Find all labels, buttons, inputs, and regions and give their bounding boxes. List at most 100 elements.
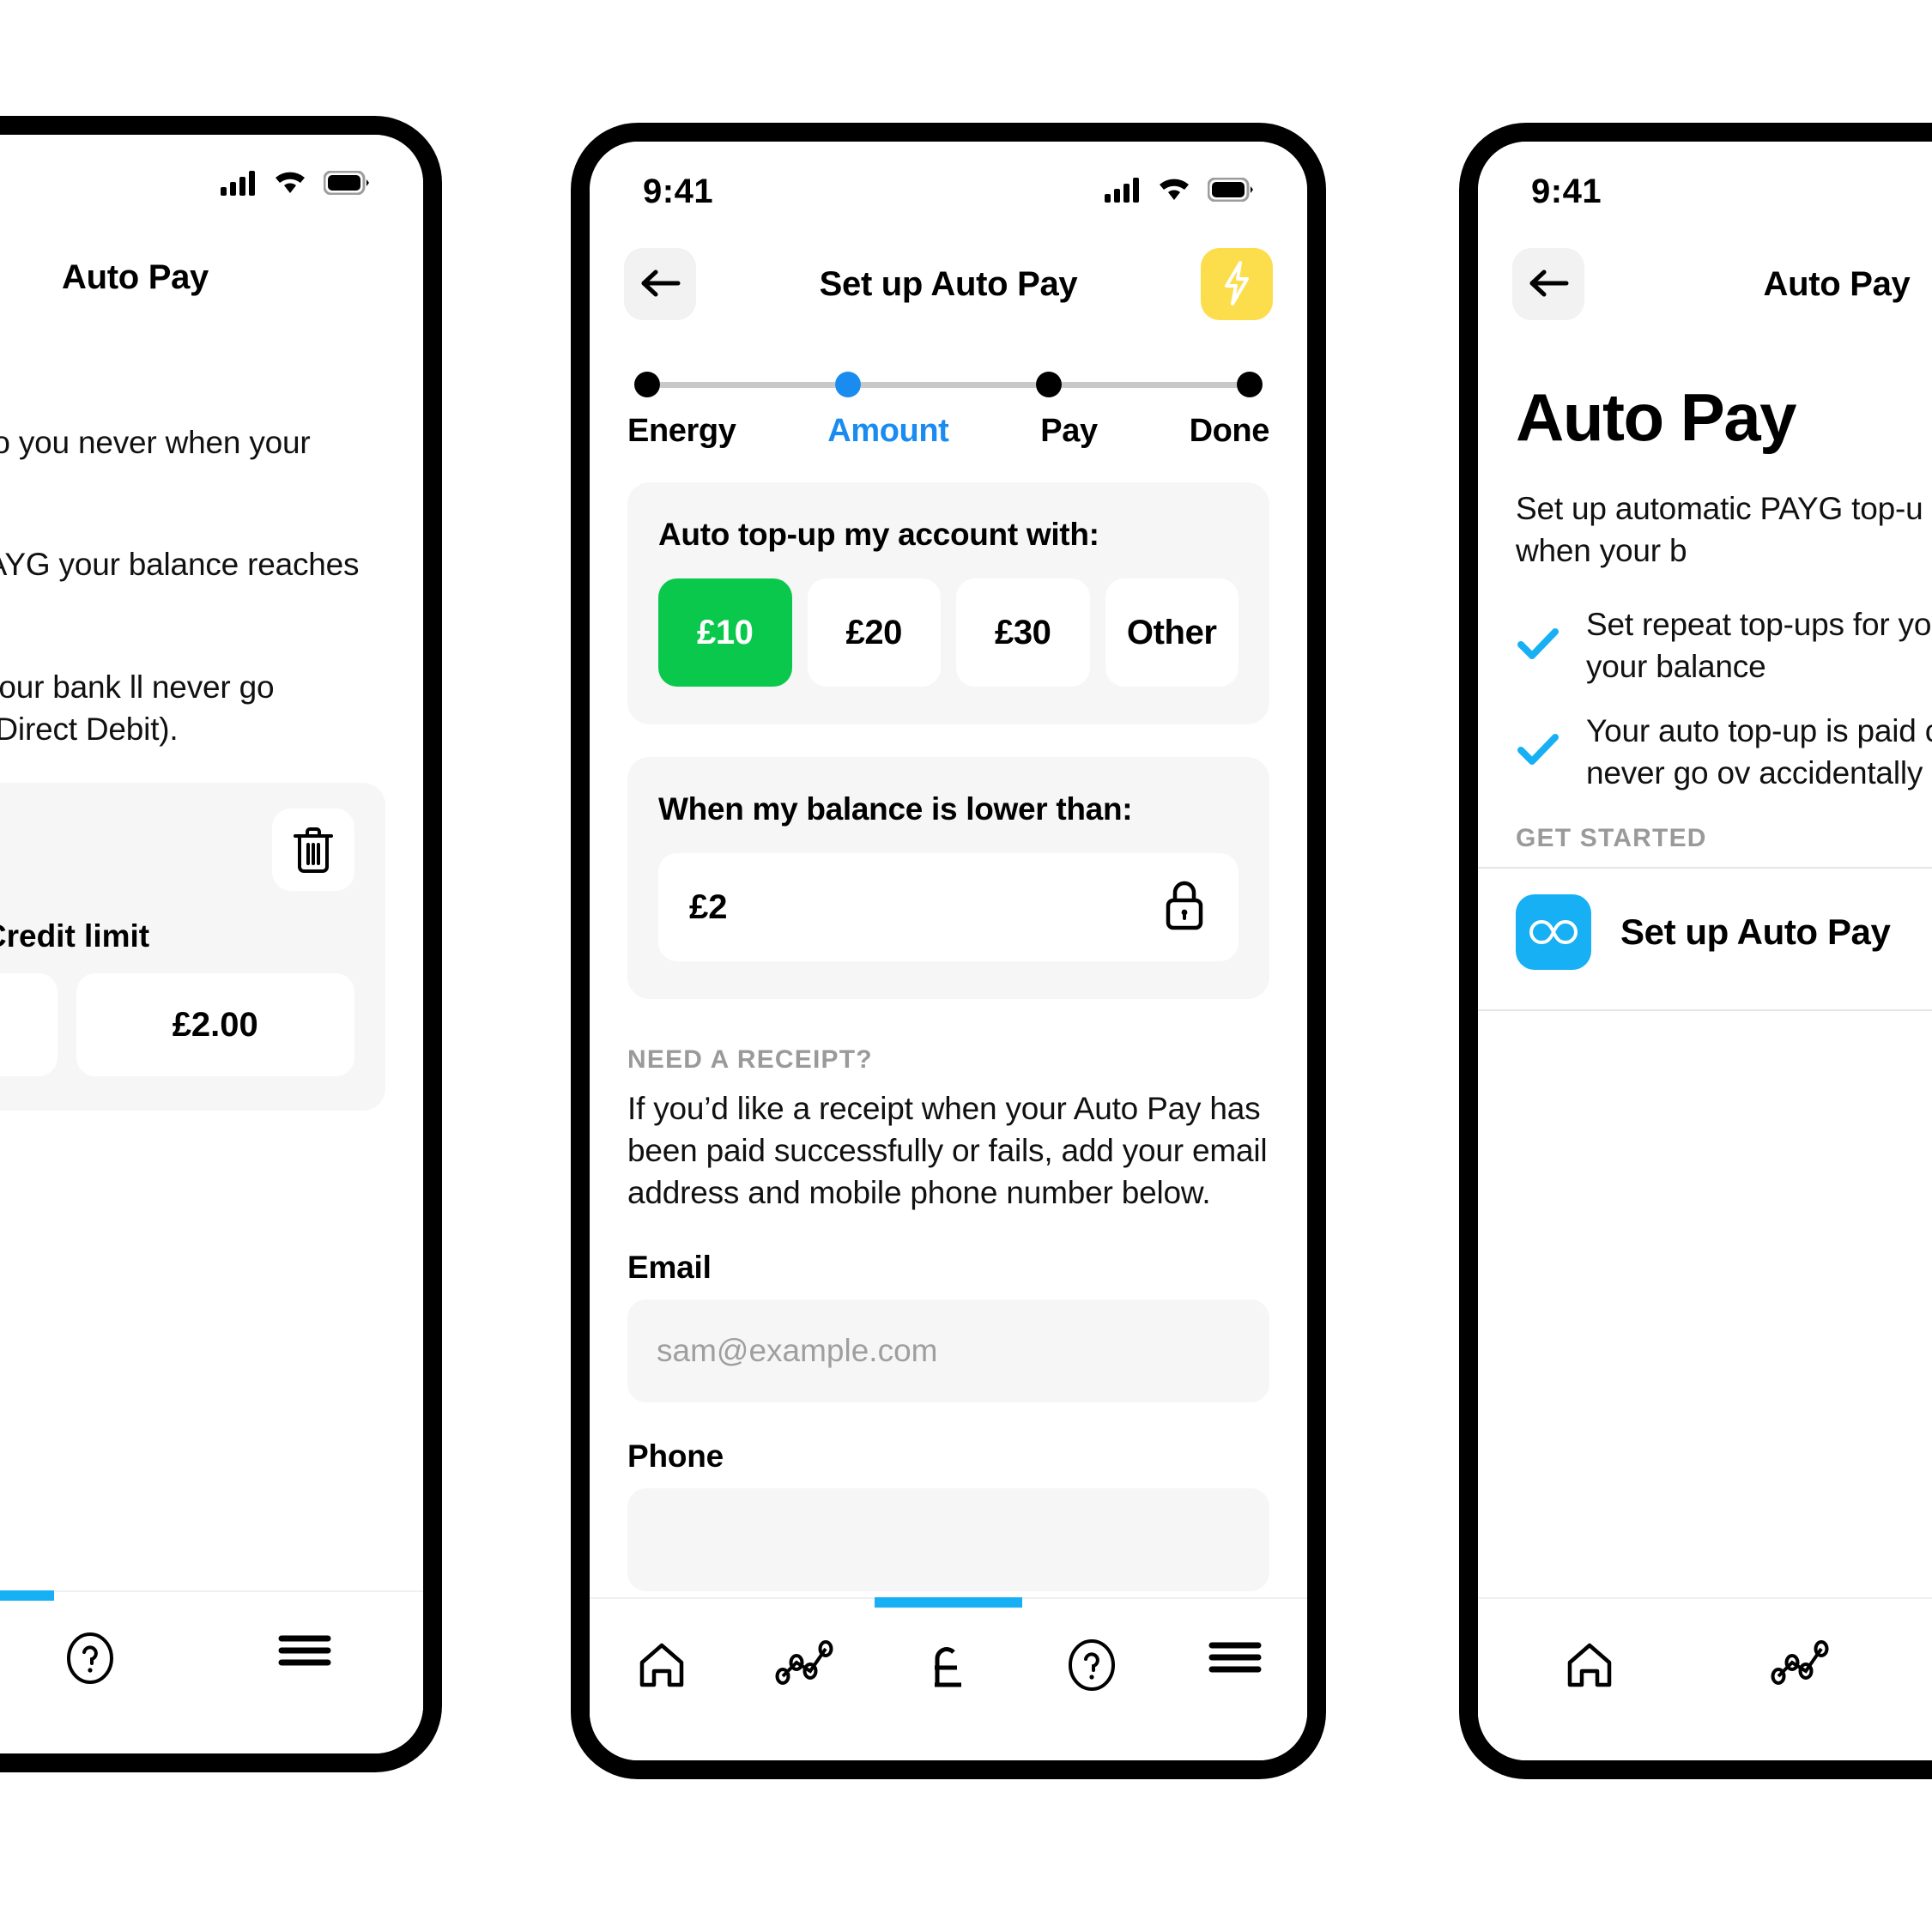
status-icons-middle — [1105, 177, 1254, 207]
left-paragraph-3: p-up is paid with your bank ll never go … — [0, 669, 275, 748]
chart-dots-icon — [1770, 1638, 1832, 1691]
amount-option-10[interactable]: £10 — [658, 578, 792, 687]
email-input[interactable] — [627, 1299, 1269, 1403]
step-dot-done[interactable] — [1237, 372, 1263, 397]
checklist-item-text: Set repeat top-ups for yo meter when you… — [1586, 607, 1932, 685]
nav-title-middle: Set up Auto Pay — [819, 264, 1078, 303]
setup-stepper: Energy Amount Pay Done — [590, 330, 1307, 450]
credit-limit-value[interactable]: £2.00 — [76, 973, 354, 1077]
hamburger-icon — [278, 1632, 331, 1674]
intro-text-right: Set up automatic PAYG top-u forget to to… — [1516, 491, 1932, 569]
list-item-set-up-auto-pay[interactable]: Set up Auto Pay — [1478, 869, 1932, 996]
step-label-amount[interactable]: Amount — [827, 413, 949, 450]
back-button[interactable] — [624, 248, 696, 320]
lock-icon — [1161, 879, 1208, 936]
checklist-item: Set repeat top-ups for yo meter when you… — [1516, 604, 1932, 688]
tab-menu-left[interactable] — [253, 1632, 356, 1674]
topup-amount-options: £10 £20 £30 Other — [658, 578, 1239, 687]
hamburger-icon — [1208, 1638, 1262, 1681]
balance-threshold-field[interactable]: £2 — [658, 853, 1239, 961]
check-icon — [1516, 626, 1560, 668]
topup-amount-card: Auto top-up my account with: £10 £20 £30… — [627, 482, 1269, 724]
tab-indicator-middle — [875, 1597, 1022, 1608]
back-button-right[interactable] — [1512, 248, 1584, 320]
nav-title-left: Auto Pay — [62, 257, 209, 296]
checklist-item: Your auto top-up is paid card, so you’ll… — [1516, 711, 1932, 795]
phone-middle-screen: 9:41 Set up Auto Pay Energy Amount Pay D… — [590, 142, 1307, 1760]
home-icon — [1563, 1638, 1616, 1696]
nav-bar-right: Auto Pay — [1478, 219, 1932, 330]
wifi-icon — [272, 170, 308, 200]
tab-bar-left — [0, 1590, 423, 1753]
balance-threshold-value: £2 — [689, 887, 728, 926]
page-title-right: Auto Pay — [1516, 379, 1797, 455]
step-label-energy[interactable]: Energy — [627, 413, 736, 450]
nav-bar-left: Auto Pay — [0, 212, 423, 324]
status-bar-left: 9:41 — [0, 135, 423, 212]
infinity-icon — [1516, 893, 1591, 970]
check-icon — [1516, 731, 1560, 773]
amount-option-30[interactable]: £30 — [956, 578, 1090, 687]
phone-label: Phone — [627, 1438, 724, 1475]
battery-icon — [1207, 177, 1254, 206]
battery-icon — [323, 170, 370, 199]
status-bar-middle: 9:41 — [590, 142, 1307, 219]
balance-threshold-title: When my balance is lower than: — [658, 791, 1133, 827]
tab-usage-right[interactable] — [1749, 1638, 1852, 1691]
phone-right-screen: 9:41 Auto Pay Auto Pay Set up automatic … — [1478, 142, 1932, 1760]
question-circle-icon — [1065, 1638, 1118, 1696]
credit-limit-box-hidden — [0, 973, 58, 1077]
left-paragraph-2: op-ups for your PAYG your balance reache… — [0, 547, 360, 583]
tab-help-left[interactable] — [39, 1632, 142, 1689]
tab-menu[interactable] — [1184, 1638, 1287, 1681]
arrow-left-icon — [1527, 266, 1570, 303]
wifi-icon — [1156, 177, 1192, 207]
credit-limit-row: £2.00 — [0, 973, 354, 1077]
question-circle-icon — [64, 1632, 117, 1689]
phone-left: 9:41 Auto Pay c PAYG top-ups so — [0, 116, 442, 1772]
step-label-done[interactable]: Done — [1190, 413, 1270, 450]
receipt-eyebrow: NEED A RECEIPT? — [627, 1045, 873, 1074]
arrow-left-icon — [639, 266, 681, 303]
left-credit-limit-card: Credit limit £2.00 — [0, 783, 385, 1111]
quick-action-button[interactable] — [1201, 248, 1273, 320]
phone-right: 9:41 Auto Pay Auto Pay Set up automatic … — [1459, 123, 1932, 1779]
amount-option-other[interactable]: Other — [1105, 578, 1239, 687]
status-time-right: 9:41 — [1531, 172, 1602, 210]
step-dot-pay[interactable] — [1036, 372, 1062, 397]
status-bar-right: 9:41 — [1478, 142, 1932, 219]
step-line-2 — [861, 381, 1036, 388]
tab-usage[interactable] — [754, 1638, 857, 1691]
left-paragraph-1: c PAYG top-ups so you never when your ba… — [0, 425, 311, 460]
amount-option-20[interactable]: £20 — [807, 578, 941, 687]
list-item-label: Set up Auto Pay — [1620, 911, 1891, 952]
tab-home[interactable] — [610, 1638, 713, 1696]
credit-limit-label: Credit limit — [0, 918, 150, 954]
receipt-section: NEED A RECEIPT? If you’d like a receipt … — [590, 1045, 1307, 1592]
tab-help[interactable] — [1040, 1638, 1143, 1696]
tab-bar-right — [1478, 1597, 1932, 1760]
phone-middle: 9:41 Set up Auto Pay Energy Amount Pay D… — [571, 123, 1326, 1779]
benefits-checklist: Set repeat top-ups for yo meter when you… — [1478, 604, 1932, 794]
stepper-track — [627, 372, 1269, 397]
checklist-item-text: Your auto top-up is paid card, so you’ll… — [1586, 713, 1932, 790]
topup-amount-title: Auto top-up my account with: — [658, 517, 1099, 552]
step-dot-amount[interactable] — [835, 372, 861, 397]
receipt-body: If you’d like a receipt when your Auto P… — [627, 1091, 1268, 1210]
trash-icon[interactable] — [272, 809, 354, 892]
step-line-3 — [1062, 381, 1237, 388]
tab-home-right[interactable] — [1538, 1638, 1641, 1696]
phone-input[interactable] — [627, 1488, 1269, 1592]
tab-bar-middle — [590, 1597, 1307, 1760]
status-icons-left — [221, 170, 370, 200]
tab-indicator-left — [0, 1590, 54, 1601]
step-label-pay[interactable]: Pay — [1040, 413, 1098, 450]
step-dot-energy[interactable] — [634, 372, 660, 397]
balance-threshold-card: When my balance is lower than: £2 — [627, 757, 1269, 999]
lightning-bolt-icon — [1220, 260, 1254, 309]
screenshot-canvas: 9:41 Auto Pay c PAYG top-ups so — [0, 0, 1932, 1932]
home-icon — [635, 1638, 688, 1696]
stepper-labels: Energy Amount Pay Done — [627, 413, 1269, 450]
tab-money[interactable] — [897, 1638, 1000, 1696]
email-label: Email — [627, 1250, 712, 1286]
